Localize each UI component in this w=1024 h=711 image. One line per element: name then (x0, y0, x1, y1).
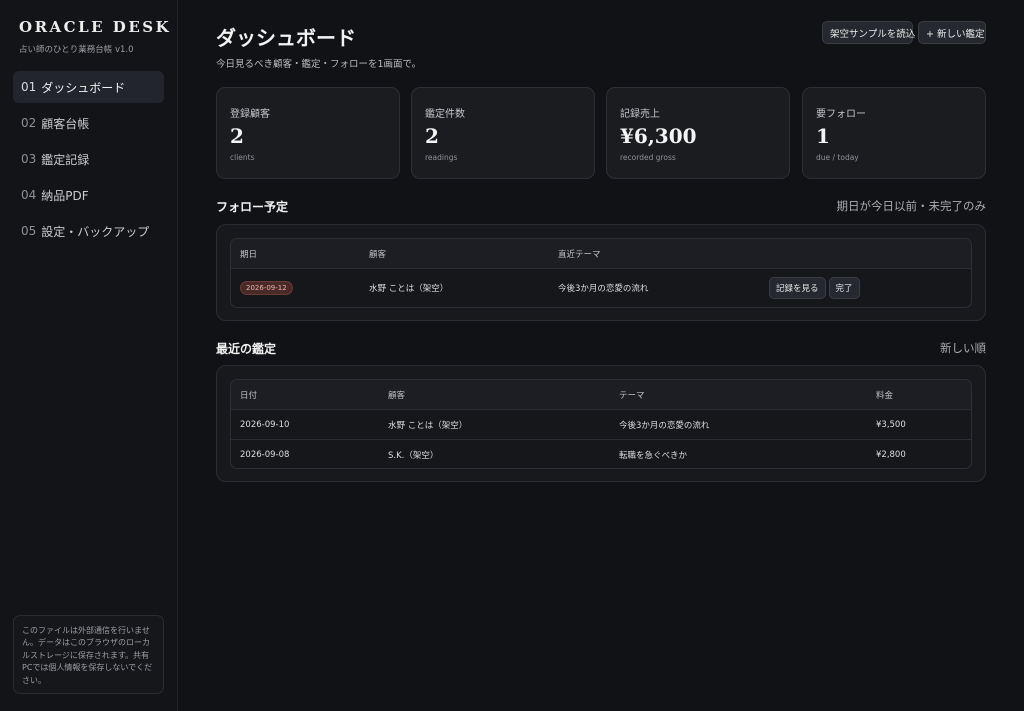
follow-section-note: 期日が今日以前・未完了のみ (836, 199, 987, 213)
stat-card-readings: 鑑定件数 2 readings (411, 87, 595, 179)
sidebar-item-readings[interactable]: 03 鑑定記録 (13, 143, 164, 175)
stat-unit: due / today (816, 153, 859, 162)
sidebar-nav: 01 ダッシュボード 02 顧客台帳 03 鑑定記録 04 納品PDF 05 設… (13, 71, 164, 251)
theme-cell: 転職を急ぐべきか (619, 450, 688, 461)
recent-panel: 日付 顧客 テーマ 料金 2026-09-10 水野 ことは（架空） 今後3か月… (216, 365, 986, 482)
sidebar-item-clients[interactable]: 02 顧客台帳 (13, 107, 164, 139)
column-header: 直近テーマ (558, 249, 601, 260)
recent-table: 日付 顧客 テーマ 料金 2026-09-10 水野 ことは（架空） 今後3か月… (230, 379, 972, 469)
sidebar-item-settings[interactable]: 05 設定・バックアップ (13, 215, 164, 247)
client-cell: S.K.（架空） (388, 450, 439, 461)
page-title: ダッシュボード (216, 26, 356, 50)
stat-label: 要フォロー (816, 109, 866, 120)
stat-unit: recorded gross (620, 153, 676, 162)
stat-label: 登録顧客 (230, 109, 270, 120)
table-row[interactable]: 2026-09-10 水野 ことは（架空） 今後3か月の恋愛の流れ ¥3,500 (231, 409, 971, 439)
nav-number: 05 (21, 224, 37, 238)
stat-label: 記録売上 (620, 109, 660, 120)
load-sample-button[interactable]: 架空サンプルを読込 (822, 21, 915, 44)
mark-done-button[interactable]: 完了 (828, 277, 860, 299)
table-row: 2026-09-12 水野 ことは（架空） 今後3か月の恋愛の流れ 記録を見る … (231, 268, 971, 307)
column-header: 期日 (240, 249, 258, 260)
stat-unit: readings (425, 153, 458, 162)
nav-number: 03 (21, 152, 37, 166)
page-subtitle: 今日見るべき顧客・鑑定・フォローを1画面で。 (216, 59, 422, 70)
due-date-badge: 2026-09-12 (240, 281, 293, 295)
table-header-row: 期日 顧客 直近テーマ (231, 239, 971, 268)
table-row[interactable]: 2026-09-08 S.K.（架空） 転職を急ぐべきか ¥2,800 (231, 439, 971, 468)
follow-panel: 期日 顧客 直近テーマ 2026-09-12 水野 ことは（架空） 今後3か月の… (216, 224, 986, 321)
stat-card-followup: 要フォロー 1 due / today (802, 87, 986, 179)
sidebar-item-dashboard[interactable]: 01 ダッシュボード (13, 71, 164, 103)
client-cell: 水野 ことは（架空） (369, 284, 449, 294)
column-header: テーマ (619, 390, 645, 401)
stat-value: 1 (816, 124, 830, 148)
column-header: 顧客 (388, 390, 406, 401)
due-date-cell: 2026-09-12 (240, 269, 293, 307)
stat-card-revenue: 記録売上 ¥6,300 recorded gross (606, 87, 790, 179)
privacy-notice: このファイルは外部通信を行いません。データはこのブラウザのローカルストレージに保… (13, 615, 164, 694)
date-cell: 2026-09-08 (240, 449, 290, 460)
fee-cell: ¥2,800 (876, 449, 906, 460)
brand-subtitle: 占い師のひとり業務台帳 v1.0 (19, 45, 134, 55)
theme-cell: 今後3か月の恋愛の流れ (558, 284, 649, 294)
table-header-row: 日付 顧客 テーマ 料金 (231, 380, 971, 409)
stat-value: ¥6,300 (620, 124, 697, 148)
view-record-button[interactable]: 記録を見る (769, 277, 826, 299)
follow-section-title: フォロー予定 (216, 200, 289, 214)
nav-number: 02 (21, 116, 37, 130)
actions-cell: 記録を見る 完了 (769, 269, 860, 307)
main-content: ダッシュボード 今日見るべき顧客・鑑定・フォローを1画面で。 架空サンプルを読込… (216, 0, 986, 711)
sidebar-item-pdf[interactable]: 04 納品PDF (13, 179, 164, 211)
nav-label: 納品PDF (41, 188, 89, 203)
column-header: 顧客 (369, 249, 387, 260)
nav-number: 04 (21, 188, 37, 202)
date-cell: 2026-09-10 (240, 419, 290, 430)
nav-label: ダッシュボード (41, 80, 126, 95)
follow-table: 期日 顧客 直近テーマ 2026-09-12 水野 ことは（架空） 今後3か月の… (230, 238, 972, 308)
theme-cell: 今後3か月の恋愛の流れ (619, 420, 710, 431)
new-reading-button[interactable]: + 新しい鑑定 (918, 21, 986, 44)
brand-logo: ORACLE DESK (19, 18, 172, 36)
nav-label: 顧客台帳 (41, 116, 90, 131)
stat-unit: clients (230, 153, 255, 162)
stat-label: 鑑定件数 (425, 109, 465, 120)
recent-section-note: 新しい順 (940, 341, 986, 355)
stat-value: 2 (230, 124, 244, 148)
column-header: 料金 (876, 390, 894, 401)
column-header: 日付 (240, 390, 258, 401)
nav-label: 設定・バックアップ (41, 224, 150, 239)
sidebar: ORACLE DESK 占い師のひとり業務台帳 v1.0 01 ダッシュボード … (0, 0, 178, 711)
nav-label: 鑑定記録 (41, 152, 90, 167)
client-cell: 水野 ことは（架空） (388, 420, 468, 431)
nav-number: 01 (21, 80, 37, 94)
stat-card-clients: 登録顧客 2 clients (216, 87, 400, 179)
stat-value: 2 (425, 124, 439, 148)
recent-section-title: 最近の鑑定 (216, 342, 277, 356)
fee-cell: ¥3,500 (876, 419, 906, 430)
